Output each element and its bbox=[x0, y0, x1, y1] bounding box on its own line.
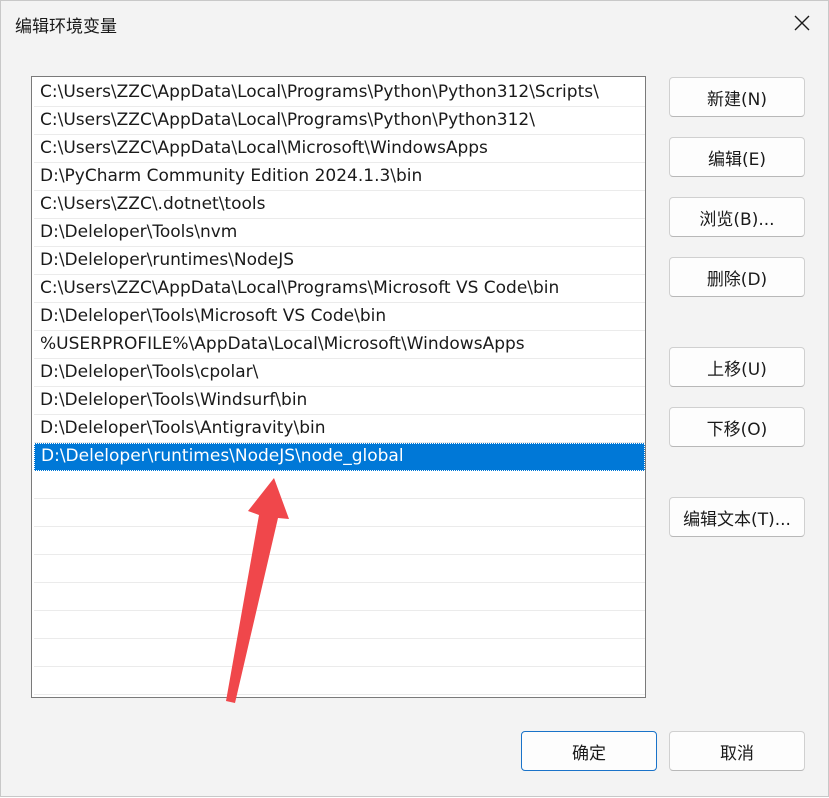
title-bar: 编辑环境变量 bbox=[1, 1, 828, 45]
path-list-item-text: D:\Deleloper\runtimes\NodeJS bbox=[40, 250, 295, 270]
path-list-item[interactable]: D:\PyCharm Community Edition 2024.1.3\bi… bbox=[34, 163, 645, 191]
path-list-item[interactable]: %USERPROFILE%\AppData\Local\Microsoft\Wi… bbox=[34, 331, 645, 359]
delete-button[interactable]: 删除(D) bbox=[669, 257, 805, 297]
move-down-button[interactable]: 下移(O) bbox=[669, 407, 805, 447]
path-list-item[interactable]: D:\Deleloper\Tools\nvm bbox=[34, 219, 645, 247]
edit-button[interactable]: 编辑(E) bbox=[669, 137, 805, 177]
path-list-item-text: %USERPROFILE%\AppData\Local\Microsoft\Wi… bbox=[40, 334, 525, 354]
path-list-empty-row[interactable] bbox=[34, 555, 645, 583]
path-list-empty-row[interactable] bbox=[34, 471, 645, 499]
path-list-item[interactable]: D:\Deleloper\Tools\Antigravity\bin bbox=[34, 415, 645, 443]
path-list-item[interactable]: C:\Users\ZZC\.dotnet\tools bbox=[34, 191, 645, 219]
path-list-item-text: C:\Users\ZZC\AppData\Local\Programs\Pyth… bbox=[40, 82, 599, 102]
path-list-item[interactable]: C:\Users\ZZC\AppData\Local\Programs\Micr… bbox=[34, 275, 645, 303]
path-list-item-text: C:\Users\ZZC\.dotnet\tools bbox=[40, 194, 266, 214]
edit-env-variable-dialog: 编辑环境变量 C:\Users\ZZC\AppData\Local\Progra… bbox=[0, 0, 829, 797]
move-up-button[interactable]: 上移(U) bbox=[669, 347, 805, 387]
path-list-item-text: D:\Deleloper\Tools\nvm bbox=[40, 222, 238, 242]
dialog-title: 编辑环境变量 bbox=[15, 17, 117, 37]
path-list-item[interactable]: C:\Users\ZZC\AppData\Local\Programs\Pyth… bbox=[34, 107, 645, 135]
path-list-item-text: C:\Users\ZZC\AppData\Local\Programs\Micr… bbox=[40, 278, 560, 298]
path-list-empty-row[interactable] bbox=[34, 639, 645, 667]
cancel-button[interactable]: 取消 bbox=[669, 731, 805, 771]
path-list-item[interactable]: C:\Users\ZZC\AppData\Local\Microsoft\Win… bbox=[34, 135, 645, 163]
path-list-item[interactable]: C:\Users\ZZC\AppData\Local\Programs\Pyth… bbox=[34, 79, 645, 107]
path-list-item-text: C:\Users\ZZC\AppData\Local\Microsoft\Win… bbox=[40, 138, 488, 158]
path-list-empty-row[interactable] bbox=[34, 499, 645, 527]
path-list[interactable]: C:\Users\ZZC\AppData\Local\Programs\Pyth… bbox=[31, 76, 646, 698]
path-list-item-text: D:\Deleloper\Tools\cpolar\ bbox=[40, 362, 259, 382]
path-list-empty-row[interactable] bbox=[34, 667, 645, 695]
path-list-empty-row[interactable] bbox=[34, 527, 645, 555]
path-list-item[interactable]: D:\Deleloper\Tools\Microsoft VS Code\bin bbox=[34, 303, 645, 331]
path-list-empty-row[interactable] bbox=[34, 583, 645, 611]
close-icon bbox=[794, 15, 810, 31]
browse-button[interactable]: 浏览(B)... bbox=[669, 197, 805, 237]
edit-text-button[interactable]: 编辑文本(T)... bbox=[669, 497, 805, 537]
path-list-item-text: D:\PyCharm Community Edition 2024.1.3\bi… bbox=[40, 166, 423, 186]
path-list-item-text: D:\Deleloper\Tools\Windsurf\bin bbox=[40, 390, 308, 410]
path-list-item-text: D:\Deleloper\runtimes\NodeJS\node_global bbox=[41, 446, 404, 466]
path-list-item[interactable]: D:\Deleloper\Tools\Windsurf\bin bbox=[34, 387, 645, 415]
path-list-item-text: C:\Users\ZZC\AppData\Local\Programs\Pyth… bbox=[40, 110, 535, 130]
path-list-item[interactable]: D:\Deleloper\runtimes\NodeJS\node_global bbox=[34, 443, 645, 471]
path-list-item-text: D:\Deleloper\Tools\Microsoft VS Code\bin bbox=[40, 306, 387, 326]
close-button[interactable] bbox=[776, 1, 828, 45]
ok-button[interactable]: 确定 bbox=[521, 731, 657, 771]
path-list-item-text: D:\Deleloper\Tools\Antigravity\bin bbox=[40, 418, 326, 438]
path-list-empty-row[interactable] bbox=[34, 611, 645, 639]
path-list-item[interactable]: D:\Deleloper\runtimes\NodeJS bbox=[34, 247, 645, 275]
new-button[interactable]: 新建(N) bbox=[669, 77, 805, 117]
path-list-item[interactable]: D:\Deleloper\Tools\cpolar\ bbox=[34, 359, 645, 387]
